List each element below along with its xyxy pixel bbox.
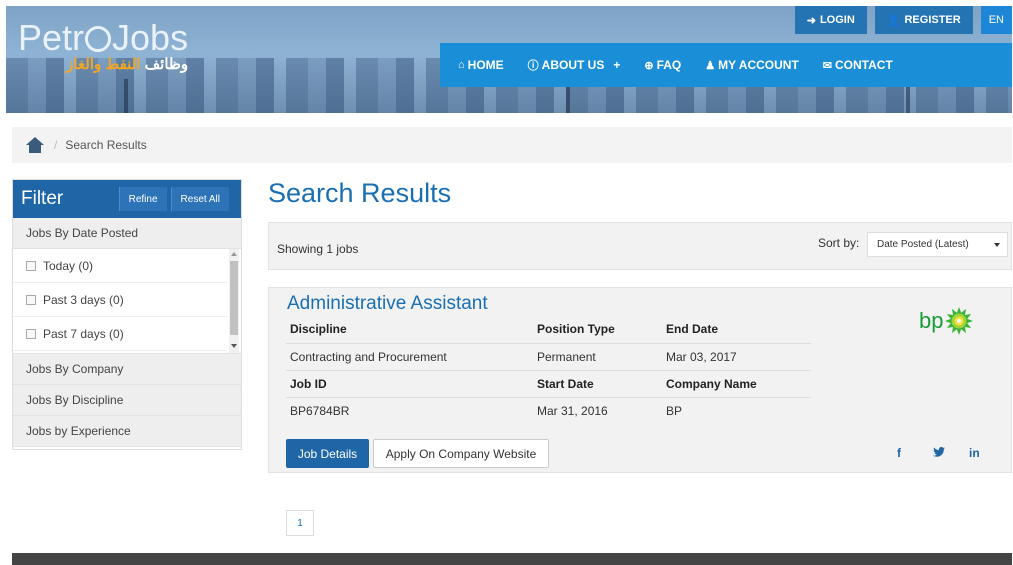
scroll-thumb[interactable] (230, 261, 238, 335)
results-toolbar: Showing 1 jobs Sort by: Date Posted (Lat… (268, 222, 1012, 270)
column-header: End Date (662, 316, 811, 344)
table-row: Job ID Start Date Company Name (286, 370, 811, 398)
column-header: Job ID (286, 370, 533, 398)
filter-title: Filter (21, 188, 64, 209)
site-footer (12, 553, 1012, 565)
column-header: Start Date (533, 370, 662, 398)
table-cell: Contracting and Procurement (286, 343, 533, 371)
sort-selected-value: Date Posted (Latest) (877, 239, 969, 250)
sort-label: Sort by: (818, 236, 860, 250)
oil-drop-icon (85, 26, 112, 52)
main-navigation: ⌂ HOME ⓘ ABOUT US + ⊕ FAQ ♟ MY ACCOUNT ✉… (440, 43, 1012, 87)
checkbox[interactable] (26, 294, 36, 305)
expand-plus-icon: + (613, 58, 621, 72)
filter-option-label: Past 3 days (0) (43, 292, 124, 307)
add-user-icon: 👤 (886, 14, 901, 27)
language-button[interactable]: EN (980, 6, 1012, 34)
crane-silhouette (906, 83, 910, 113)
info-icon: ⓘ (527, 60, 539, 72)
nav-faq[interactable]: ⊕ FAQ (632, 43, 693, 87)
table-cell: Permanent (533, 343, 662, 371)
register-label: REGISTER (904, 14, 961, 26)
pagination-page-1[interactable]: 1 (286, 510, 314, 536)
logo-text-left: Petr (18, 17, 85, 58)
nav-faq-label: FAQ (656, 58, 682, 72)
filter-section-date-posted[interactable]: Jobs By Date Posted (13, 218, 241, 249)
site-header: Petr Jobs وظائف النفط والغاز ➜ LOGIN 👤 RE… (6, 6, 1012, 113)
nav-about-us[interactable]: ⓘ ABOUT US + (516, 43, 633, 87)
page-title: Search Results (268, 178, 452, 208)
nav-home-label: HOME (467, 58, 504, 72)
filter-header: Filter Refine Reset All (13, 180, 241, 218)
table-cell: Mar 31, 2016 (537, 403, 608, 418)
nav-contact[interactable]: ✉ CONTACT (811, 43, 905, 87)
table-row: Contracting and Procurement Permanent Ma… (286, 343, 811, 371)
login-label: LOGIN (819, 14, 855, 26)
filter-option-today[interactable]: Today (0) (13, 249, 227, 283)
facebook-icon[interactable]: f (897, 446, 901, 460)
column-header: Discipline (286, 316, 533, 344)
login-button[interactable]: ➜ LOGIN (794, 6, 867, 34)
checkbox[interactable] (26, 328, 36, 339)
scroll-up-arrow-icon[interactable] (231, 252, 237, 256)
column-header: Company Name (662, 370, 811, 398)
twitter-icon[interactable] (933, 446, 945, 460)
company-logo: bp (919, 306, 974, 336)
table-cell: BP6784BR (290, 403, 350, 418)
bp-helios-icon (945, 307, 974, 335)
crane-silhouette (124, 79, 128, 113)
user-group-icon: ♟ (705, 59, 716, 72)
reset-all-button[interactable]: Reset All (170, 187, 229, 211)
column-header: Position Type (533, 316, 662, 344)
filter-section-discipline[interactable]: Jobs By Discipline (13, 385, 241, 416)
filter-section-experience[interactable]: Jobs by Experience (13, 416, 241, 447)
sort-select[interactable]: Date Posted (Latest) (867, 232, 1008, 257)
results-count: Showing 1 jobs (277, 242, 359, 256)
apply-company-website-button[interactable]: Apply On Company Website (373, 439, 549, 468)
question-icon: ⊕ (644, 59, 654, 72)
table-cell: Mar 03, 2017 (662, 343, 811, 371)
nav-about-label: ABOUT US (541, 58, 605, 72)
table-row: Discipline Position Type End Date (286, 316, 811, 344)
job-info-table: Discipline Position Type End Date Contra… (286, 316, 811, 424)
filter-panel: Filter Refine Reset All Jobs By Date Pos… (12, 179, 242, 450)
nav-account-label: MY ACCOUNT (718, 58, 799, 72)
filter-option-label: Today (0) (43, 258, 94, 273)
filter-option-label: Past 7 days (0) (43, 326, 124, 341)
refine-button[interactable]: Refine (118, 187, 167, 211)
table-cell: BP (666, 403, 683, 418)
scroll-down-arrow-icon[interactable] (231, 344, 237, 348)
breadcrumb-separator: / (54, 138, 58, 152)
nav-contact-label: CONTACT (835, 58, 893, 72)
nav-home[interactable]: ⌂ HOME (440, 43, 516, 87)
date-options-list: Today (0) Past 3 days (0) Past 7 days (0… (13, 249, 241, 354)
linkedin-icon[interactable]: in (969, 446, 980, 460)
top-account-bar: ➜ LOGIN 👤 REGISTER EN (794, 6, 1012, 34)
envelope-icon: ✉ (822, 59, 832, 72)
breadcrumb: / Search Results (12, 127, 1012, 163)
job-card: Administrative Assistant Discipline Posi… (268, 287, 1012, 473)
filter-option-past-3-days[interactable]: Past 3 days (0) (13, 283, 227, 317)
logo-text-right: Jobs (112, 17, 189, 58)
job-details-button[interactable]: Job Details (286, 439, 369, 468)
filter-scrollbar[interactable] (229, 249, 239, 353)
chevron-down-icon (994, 243, 1000, 247)
login-icon: ➜ (806, 14, 816, 27)
filter-option-past-7-days[interactable]: Past 7 days (0) (13, 317, 227, 351)
filter-section-company[interactable]: Jobs By Company (13, 354, 241, 385)
job-title-link[interactable]: Administrative Assistant (287, 293, 488, 315)
logo-arabic-part: وظائف (140, 56, 189, 73)
register-button[interactable]: 👤 REGISTER (874, 6, 973, 34)
home-icon: ⌂ (458, 59, 465, 71)
table-row: BP6784BR Mar 31, 2016 BP (286, 397, 811, 424)
home-icon[interactable] (26, 137, 44, 153)
breadcrumb-current: Search Results (65, 138, 147, 152)
site-logo[interactable]: Petr Jobs وظائف النفط والغاز (18, 17, 189, 74)
checkbox[interactable] (26, 260, 36, 271)
nav-my-account[interactable]: ♟ MY ACCOUNT (693, 43, 811, 87)
company-logo-text: bp (919, 308, 944, 333)
logo-arabic-tagline: النفط والغاز (66, 56, 141, 73)
